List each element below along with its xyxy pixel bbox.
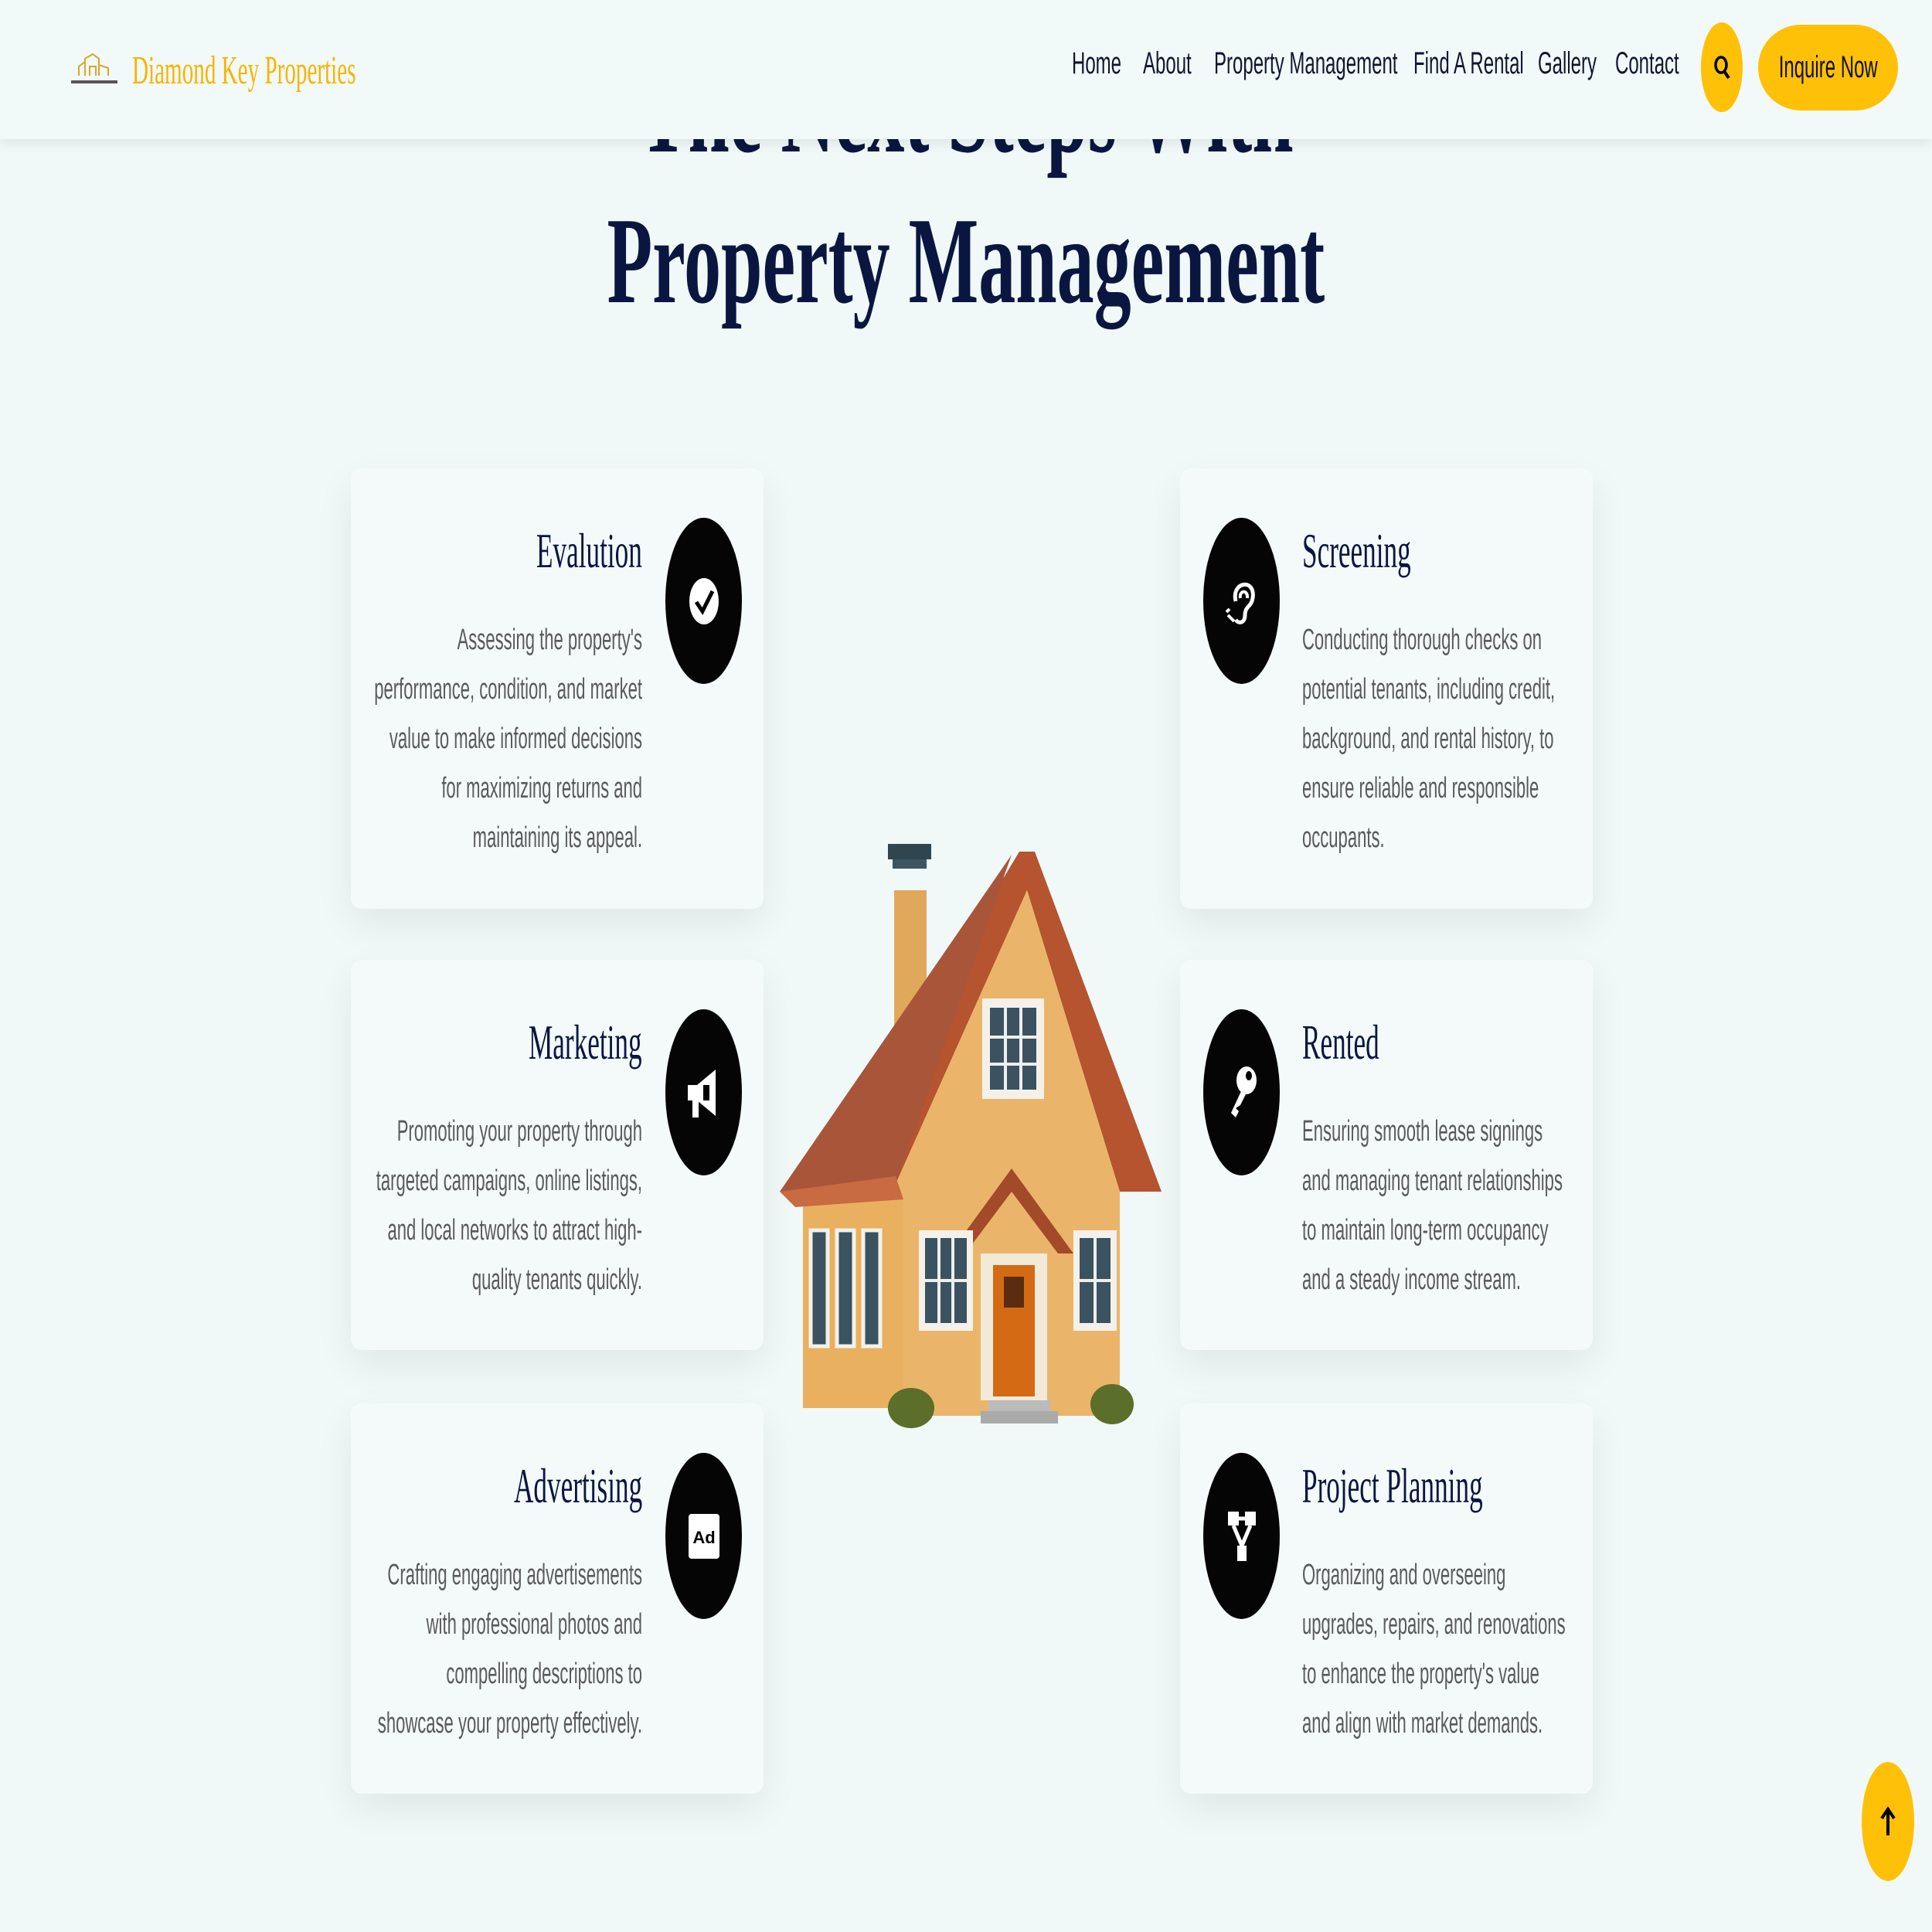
scroll-to-top-button[interactable] (1862, 1762, 1914, 1881)
step-card-advertising: Advertising Crafting engaging advertisem… (351, 1403, 764, 1794)
nav-contact[interactable]: Contact (1615, 46, 1679, 81)
nav-find-a-rental[interactable]: Find A Rental (1413, 46, 1524, 81)
nav-home[interactable]: Home (1072, 46, 1121, 81)
card-text: Organizing and overseeing upgrades, repa… (1302, 1559, 1566, 1740)
site-header: Diamond Key Properties Home About Proper… (0, 0, 1932, 139)
card-text: Conducting thorough checks on potential … (1302, 624, 1556, 854)
card-text: Ensuring smooth lease signings and manag… (1302, 1115, 1563, 1296)
search-icon (1714, 56, 1730, 80)
nav-property-management[interactable]: Property Management (1214, 46, 1397, 81)
step-card-project-planning: Project Planning Organizing and overseei… (1180, 1403, 1593, 1794)
inquire-now-button[interactable]: Inquire Now (1758, 25, 1898, 111)
key-icon (1203, 1009, 1280, 1175)
logo-icon[interactable] (68, 53, 121, 93)
brand-name[interactable]: Diamond Key Properties (132, 48, 356, 94)
house-illustration (780, 844, 1162, 1428)
inquire-now-label: Inquire Now (1778, 50, 1878, 84)
section-heading-line2: Property Management (607, 192, 1325, 329)
search-button[interactable] (1701, 22, 1743, 112)
step-card-evaluation: Evalution Assessing the property's perfo… (351, 468, 764, 909)
card-text: Promoting your property through targeted… (376, 1115, 642, 1296)
card-title: Screening (1302, 523, 1411, 578)
megaphone-icon (665, 1009, 742, 1175)
step-card-marketing: Marketing Promoting your property throug… (351, 960, 764, 1350)
nav-gallery[interactable]: Gallery (1538, 46, 1597, 81)
card-text: Crafting engaging advertisements with pr… (377, 1559, 642, 1740)
card-title: Marketing (529, 1015, 642, 1070)
ear-icon (1203, 518, 1280, 684)
arrow-up-icon (1880, 1806, 1896, 1835)
step-card-rented: Rented Ensuring smooth lease signings an… (1180, 960, 1593, 1350)
svg-text:Ad: Ad (692, 1528, 715, 1547)
ad-icon: Ad (665, 1453, 742, 1619)
card-text: Assessing the property's performance, co… (374, 624, 642, 854)
check-badge-icon (665, 518, 742, 684)
step-card-screening: Screening Conducting thorough checks on … (1180, 468, 1593, 909)
card-title: Project Planning (1302, 1458, 1483, 1513)
project-diagram-icon (1203, 1453, 1280, 1619)
nav-about[interactable]: About (1143, 46, 1192, 81)
card-title: Advertising (513, 1458, 642, 1513)
card-title: Evalution (536, 523, 642, 578)
card-title: Rented (1302, 1015, 1379, 1070)
